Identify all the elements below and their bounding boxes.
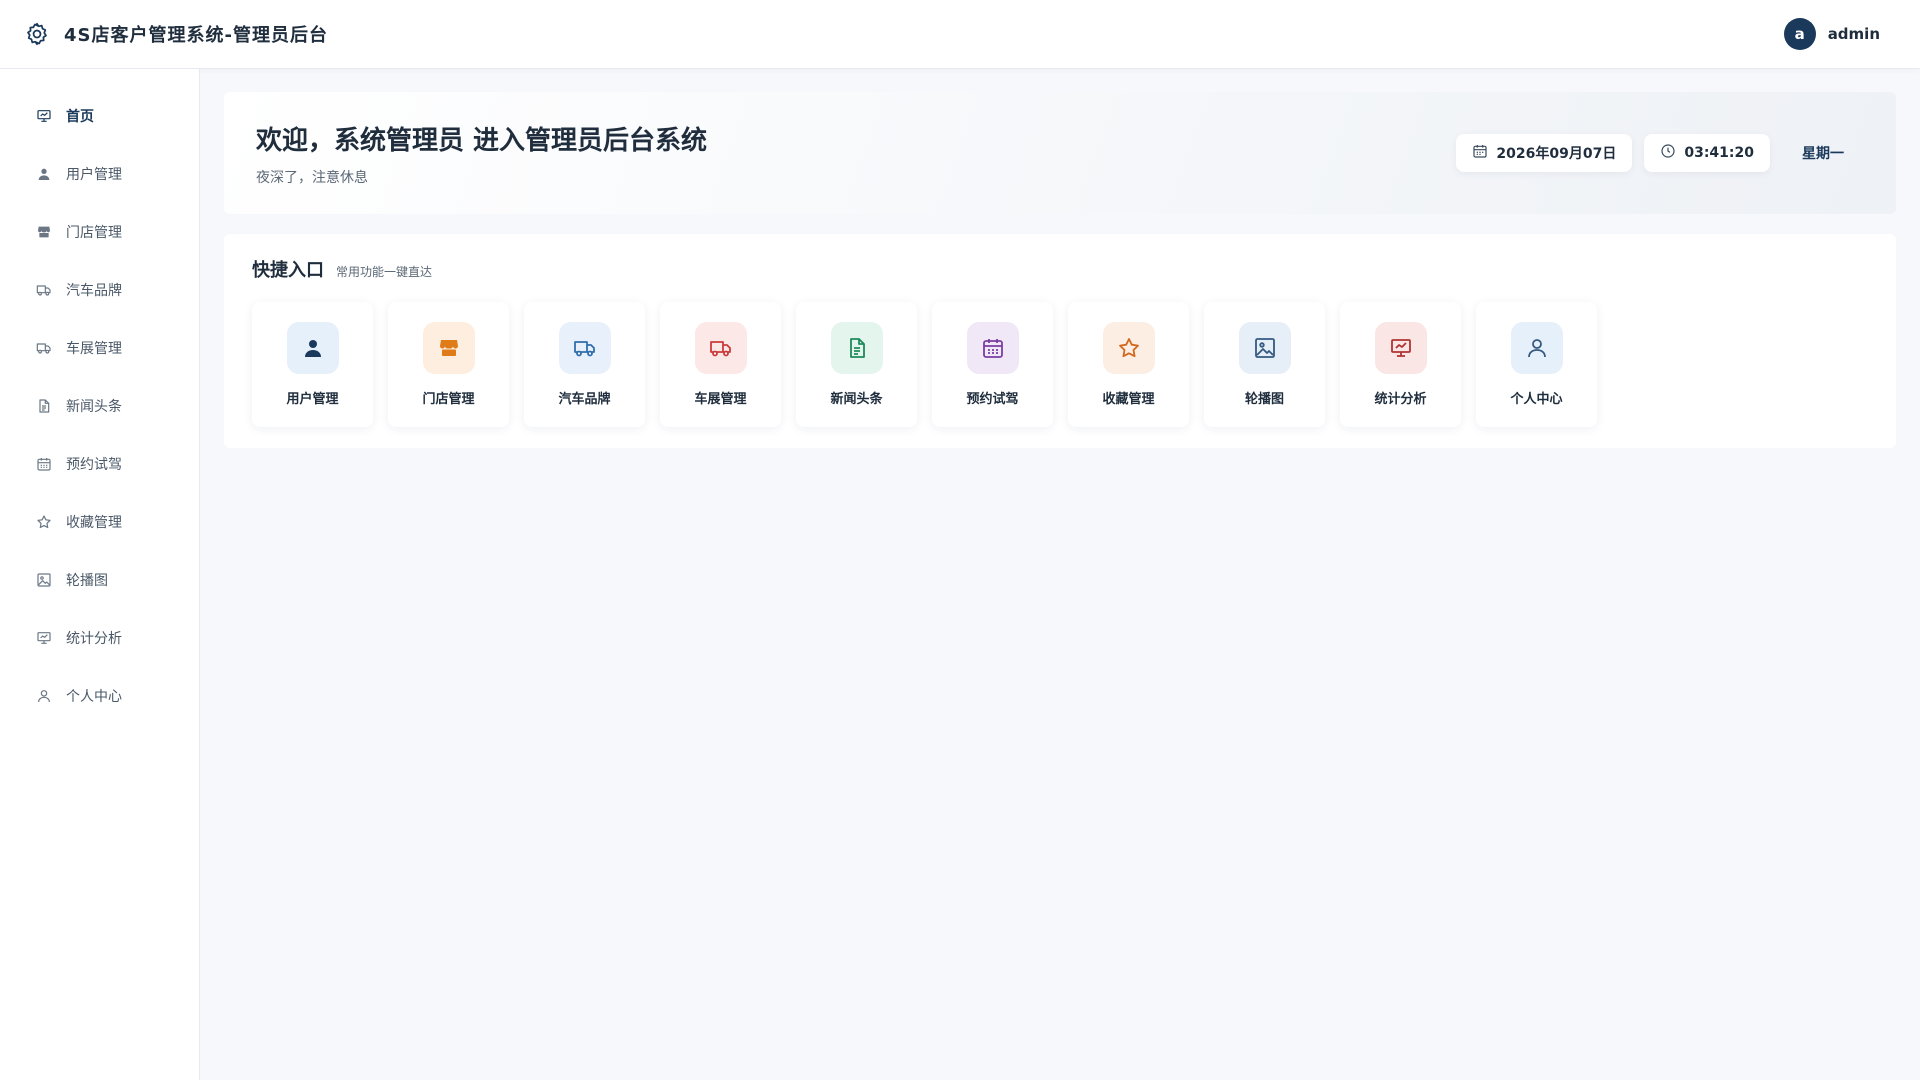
- sidebar-item-2[interactable]: 门店管理: [0, 203, 199, 261]
- calendar-icon: [966, 322, 1019, 374]
- sidebar-item-label: 收藏管理: [66, 515, 122, 531]
- welcome-subtitle: 夜深了，注意休息: [256, 169, 368, 186]
- quick-card-label: 收藏管理: [1102, 392, 1155, 407]
- user-icon: [36, 166, 52, 182]
- store-icon: [422, 322, 475, 374]
- calendar-icon: [36, 456, 52, 472]
- sidebar: 首页用户管理门店管理汽车品牌车展管理新闻头条预约试驾收藏管理轮播图统计分析个人中…: [0, 69, 200, 1080]
- sidebar-item-label: 统计分析: [66, 631, 122, 647]
- quick-access-cards: 用户管理 门店管理 汽车品牌 车展管理 新闻头条 预约试驾 收藏管理 轮播图 统计分析 个人中心: [252, 302, 1868, 427]
- sidebar-item-8[interactable]: 轮播图: [0, 551, 199, 609]
- sidebar-item-1[interactable]: 用户管理: [0, 145, 199, 203]
- sidebar-item-9[interactable]: 统计分析: [0, 609, 199, 667]
- quick-card-2[interactable]: 汽车品牌: [524, 302, 645, 427]
- quick-card-label: 预约试驾: [966, 392, 1019, 407]
- sidebar-item-label: 汽车品牌: [66, 283, 122, 299]
- truck-icon: [694, 322, 747, 374]
- document-icon: [830, 322, 883, 374]
- brand: 4S店客户管理系统-管理员后台: [24, 21, 328, 47]
- presentation-chart-icon: [36, 108, 52, 124]
- sidebar-item-label: 车展管理: [66, 341, 122, 357]
- truck-icon: [558, 322, 611, 374]
- quick-card-label: 统计分析: [1374, 392, 1427, 407]
- store-icon: [36, 224, 52, 240]
- presentation-chart-icon: [36, 630, 52, 646]
- presentation-chart-icon: [1374, 322, 1427, 374]
- weekday-text: 星期一: [1802, 146, 1844, 162]
- image-icon: [1238, 322, 1291, 374]
- user-outline-icon: [36, 688, 52, 704]
- sidebar-item-label: 首页: [66, 109, 94, 125]
- time-text: 03:41:20: [1684, 145, 1754, 161]
- quick-card-0[interactable]: 用户管理: [252, 302, 373, 427]
- date-chip: 2026年09月07日: [1456, 134, 1633, 172]
- sidebar-item-label: 新闻头条: [66, 399, 122, 415]
- sidebar-item-7[interactable]: 收藏管理: [0, 493, 199, 551]
- image-icon: [36, 572, 52, 588]
- quick-card-9[interactable]: 个人中心: [1476, 302, 1597, 427]
- sidebar-item-3[interactable]: 汽车品牌: [0, 261, 199, 319]
- sidebar-item-10[interactable]: 个人中心: [0, 667, 199, 725]
- sidebar-item-4[interactable]: 车展管理: [0, 319, 199, 377]
- truck-icon: [36, 340, 52, 356]
- sidebar-item-label: 预约试驾: [66, 457, 122, 473]
- user-outline-icon: [1510, 322, 1563, 374]
- user-icon: [286, 322, 339, 374]
- star-icon: [1102, 322, 1155, 374]
- quick-card-label: 轮播图: [1244, 392, 1284, 407]
- quick-card-label: 汽车品牌: [558, 392, 611, 407]
- avatar[interactable]: a: [1783, 18, 1816, 50]
- sidebar-item-label: 轮播图: [66, 573, 108, 589]
- quick-card-label: 车展管理: [694, 392, 747, 407]
- truck-icon: [36, 282, 52, 298]
- document-icon: [36, 398, 52, 414]
- date-text: 2026年09月07日: [1496, 146, 1617, 162]
- user-menu[interactable]: a admin: [1783, 18, 1880, 50]
- username[interactable]: admin: [1828, 25, 1880, 43]
- quick-card-label: 新闻头条: [830, 392, 883, 407]
- sidebar-item-label: 个人中心: [66, 689, 122, 705]
- sidebar-item-label: 用户管理: [66, 167, 122, 183]
- quick-card-8[interactable]: 统计分析: [1340, 302, 1461, 427]
- quick-access-title: 快捷入口: [252, 260, 324, 281]
- quick-card-label: 用户管理: [286, 392, 339, 407]
- quick-access-subtitle: 常用功能一键直达: [336, 265, 433, 279]
- quick-card-5[interactable]: 预约试驾: [932, 302, 1053, 427]
- gear-icon[interactable]: [24, 21, 50, 47]
- calendar-icon: [1472, 143, 1488, 163]
- quick-access-panel: 快捷入口 常用功能一键直达 用户管理 门店管理 汽车品牌 车展管理 新闻头条 预约试驾 收藏…: [224, 234, 1896, 448]
- welcome-title: 欢迎，系统管理员 进入管理员后台系统: [256, 125, 708, 156]
- sidebar-item-6[interactable]: 预约试驾: [0, 435, 199, 493]
- weekday-chip: 星期一: [1782, 134, 1864, 172]
- sidebar-item-5[interactable]: 新闻头条: [0, 377, 199, 435]
- quick-card-label: 个人中心: [1510, 392, 1563, 407]
- main-content: 欢迎，系统管理员 进入管理员后台系统 夜深了，注意休息 2026年09月07日 …: [224, 92, 1896, 448]
- top-bar: 4S店客户管理系统-管理员后台 a admin: [0, 0, 1920, 69]
- sidebar-item-0[interactable]: 首页: [0, 87, 199, 145]
- quick-card-3[interactable]: 车展管理: [660, 302, 781, 427]
- quick-card-1[interactable]: 门店管理: [388, 302, 509, 427]
- quick-card-7[interactable]: 轮播图: [1204, 302, 1325, 427]
- sidebar-item-label: 门店管理: [66, 225, 122, 241]
- quick-card-4[interactable]: 新闻头条: [796, 302, 917, 427]
- clock-icon: [1660, 143, 1676, 163]
- welcome-banner: 欢迎，系统管理员 进入管理员后台系统 夜深了，注意休息 2026年09月07日 …: [224, 92, 1896, 214]
- quick-card-6[interactable]: 收藏管理: [1068, 302, 1189, 427]
- app-title: 4S店客户管理系统-管理员后台: [64, 25, 328, 46]
- time-chip: 03:41:20: [1644, 134, 1770, 172]
- star-icon: [36, 514, 52, 530]
- quick-card-label: 门店管理: [422, 392, 475, 407]
